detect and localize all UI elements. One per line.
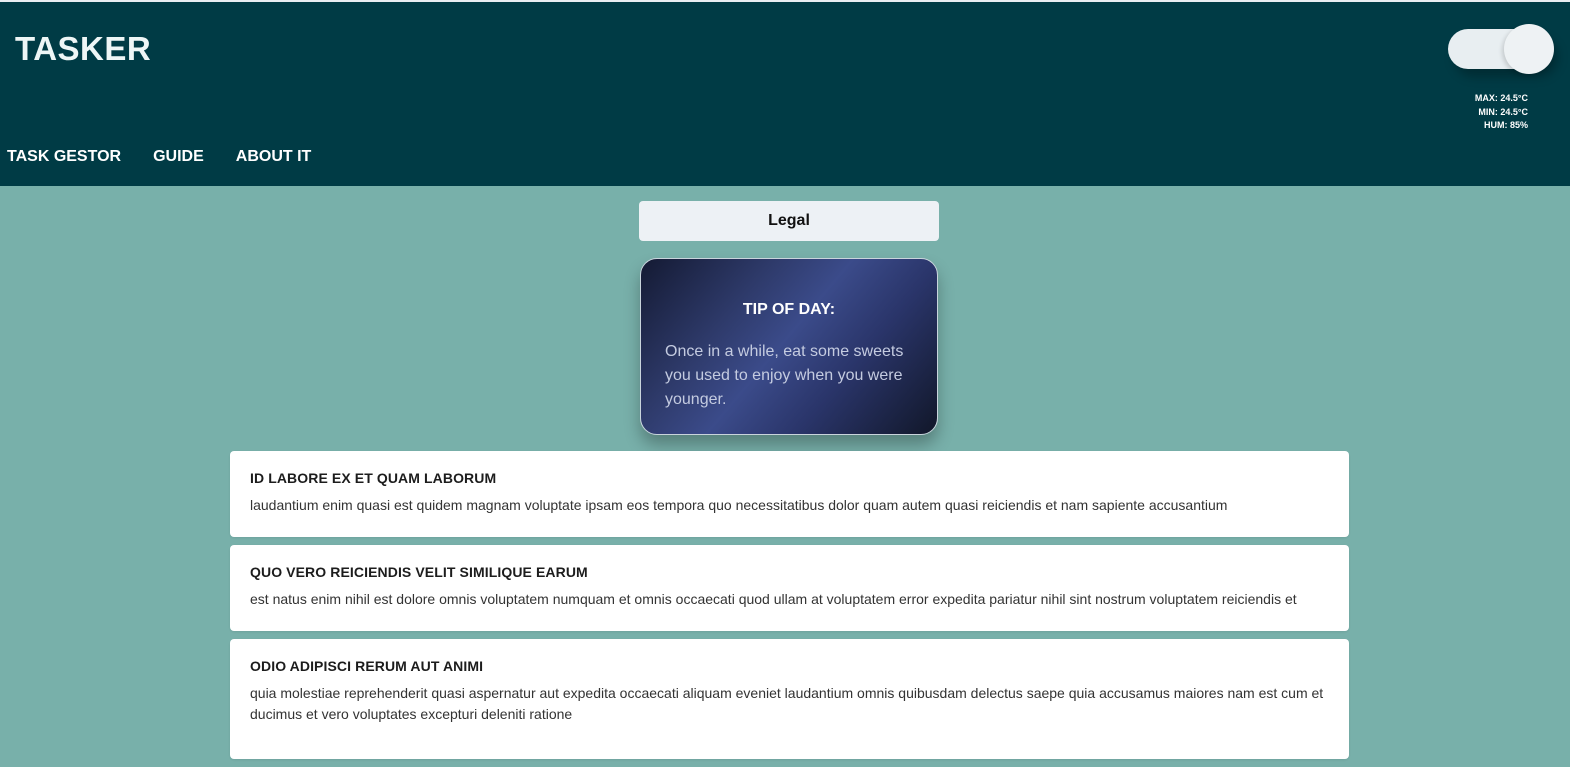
post-body: quia molestiae reprehenderit quasi asper… (250, 685, 1324, 722)
weather-humidity: HUM: 85% (1483, 120, 1528, 130)
toggle-knob[interactable] (1504, 24, 1554, 74)
tip-text: Once in a while, eat some sweets you use… (665, 343, 904, 408)
tip-title: TIP OF DAY: (742, 301, 836, 318)
main-nav: TASK GESTOR GUIDE ABOUT IT (7, 148, 311, 166)
post-body: est natus enim nihil est dolore omnis vo… (250, 591, 1297, 607)
weather-max: MAX: 24.5°C (1474, 93, 1528, 103)
post-card[interactable]: ODIO ADIPISCI RERUM AUT ANIMI quia moles… (230, 639, 1349, 759)
header: TASKER MAX: 24.5°C MIN: 24.5°C HUM: 85% … (0, 0, 1570, 186)
brand-title: TASKER (15, 30, 152, 67)
weather-widget: MAX: 24.5°C MIN: 24.5°C HUM: 85% (1448, 92, 1528, 133)
post-title: ODIO ADIPISCI RERUM AUT ANIMI (250, 658, 484, 674)
category-button[interactable]: Legal (639, 201, 939, 241)
theme-toggle[interactable] (1448, 24, 1554, 74)
nav-about-it[interactable]: ABOUT IT (236, 148, 312, 166)
post-title: ID LABORE EX ET QUAM LABORUM (250, 470, 497, 486)
nav-task-gestor[interactable]: TASK GESTOR (7, 148, 121, 166)
post-card[interactable]: QUO VERO REICIENDIS VELIT SIMILIQUE EARU… (230, 545, 1349, 631)
post-list: ID LABORE EX ET QUAM LABORUM laudantium … (230, 451, 1349, 767)
nav-guide[interactable]: GUIDE (153, 148, 204, 166)
tip-card: TIP OF DAY: Once in a while, eat some sw… (640, 258, 938, 435)
post-body: laudantium enim quasi est quidem magnam … (250, 497, 1228, 513)
post-card[interactable]: ID LABORE EX ET QUAM LABORUM laudantium … (230, 451, 1349, 537)
weather-min: MIN: 24.5°C (1478, 106, 1528, 117)
post-title: QUO VERO REICIENDIS VELIT SIMILIQUE EARU… (250, 564, 588, 580)
